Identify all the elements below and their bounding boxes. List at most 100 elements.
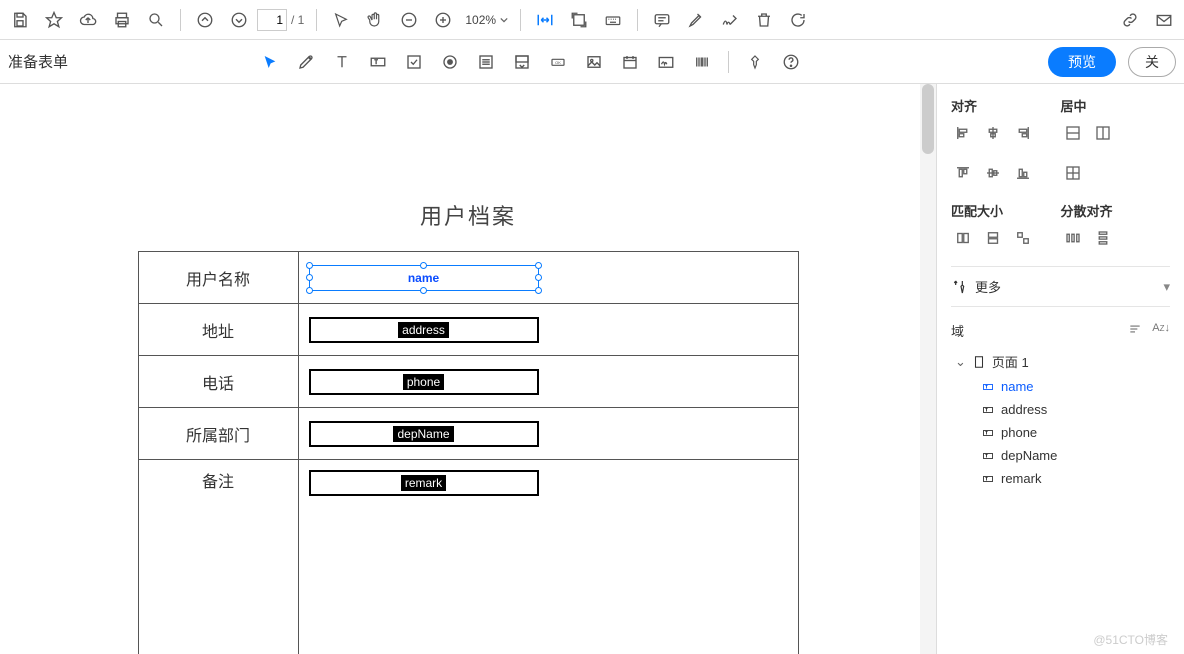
form-row-label: 备注 [138,460,298,654]
form-row-value-cell: name [298,252,798,304]
trash-icon[interactable] [748,4,780,36]
resize-handle[interactable] [535,262,542,269]
zoom-select[interactable]: 102% [461,8,512,32]
page-up-icon[interactable] [189,4,221,36]
text-tool-icon[interactable] [326,46,358,78]
resize-handle[interactable] [420,287,427,294]
align-right-icon[interactable] [1011,121,1035,145]
distribute-h-icon[interactable] [1061,226,1085,250]
form-field-name[interactable]: name [309,265,539,291]
form-row: 用户名称name [138,252,798,304]
zoom-out-icon[interactable] [393,4,425,36]
tools-icon [951,279,967,295]
edit-tool-icon[interactable] [290,46,322,78]
print-icon[interactable] [106,4,138,36]
barcode-icon[interactable] [686,46,718,78]
cloud-upload-icon[interactable] [72,4,104,36]
sort-icon[interactable] [1128,322,1142,339]
image-field-icon[interactable] [578,46,610,78]
resize-handle[interactable] [306,287,313,294]
form-row: 地址address [138,304,798,356]
preview-button[interactable]: 预览 [1048,47,1116,77]
align-label: 对齐 [951,96,1061,115]
fit-page-icon[interactable] [563,4,595,36]
radio-icon[interactable] [434,46,466,78]
search-icon[interactable] [140,4,172,36]
hand-icon[interactable] [359,4,391,36]
page-total-label: / 1 [291,13,304,27]
tree-field-remark[interactable]: remark [951,467,1170,490]
tree-field-label: remark [1001,471,1041,486]
save-icon[interactable] [4,4,36,36]
right-panel: ▸ 对齐 居中 [936,84,1184,654]
button-field-icon[interactable]: OK [542,46,574,78]
center-h-icon[interactable] [1061,121,1085,145]
highlight-icon[interactable] [680,4,712,36]
distribute-v-icon[interactable] [1091,226,1115,250]
sign-icon[interactable] [714,4,746,36]
align-left-icon[interactable] [951,121,975,145]
resize-handle[interactable] [306,262,313,269]
form-field-depName[interactable]: depName [309,421,539,447]
form-row-value-cell: depName [298,408,798,460]
form-field-phone[interactable]: phone [309,369,539,395]
dropdown-icon[interactable] [506,46,538,78]
form-row: 备注 remark [138,460,798,654]
field-tag: address [398,322,449,338]
collapse-panel-icon[interactable]: ▸ [936,384,937,424]
tree-page-node[interactable]: ⌄页面 1 [951,348,1170,375]
text-field-icon[interactable] [362,46,394,78]
form-field-address[interactable]: address [309,317,539,343]
close-button[interactable]: 关 [1128,47,1176,77]
comment-icon[interactable] [646,4,678,36]
page-icon [972,355,986,369]
document-canvas[interactable]: 用户档案 用户名称name地址address电话phone所属部门depName… [0,84,936,654]
pointer-icon[interactable] [325,4,357,36]
center-both-icon[interactable] [1061,161,1085,185]
mail-icon[interactable] [1148,4,1180,36]
align-middle-icon[interactable] [981,161,1005,185]
tree-field-address[interactable]: address [951,398,1170,421]
resize-handle[interactable] [306,274,313,281]
resize-handle[interactable] [535,287,542,294]
pin-icon[interactable] [739,46,771,78]
zoom-in-icon[interactable] [427,4,459,36]
separator [637,9,638,31]
align-top-icon[interactable] [951,161,975,185]
form-row-label: 电话 [138,356,298,408]
forms-toolbar: 准备表单 OK 预览 关 [0,40,1184,84]
tree-field-name[interactable]: name [951,375,1170,398]
list-box-icon[interactable] [470,46,502,78]
resize-handle[interactable] [535,274,542,281]
align-center-h-icon[interactable] [981,121,1005,145]
more-options[interactable]: 更多 ▾ [951,266,1170,307]
tree-field-label: address [1001,402,1047,417]
match-height-icon[interactable] [981,226,1005,250]
select-tool-icon[interactable] [254,46,286,78]
match-width-icon[interactable] [951,226,975,250]
star-icon[interactable] [38,4,70,36]
form-field-remark[interactable]: remark [309,470,539,496]
sort-az-icon[interactable]: AZ↓ [1152,322,1170,339]
date-field-icon[interactable] [614,46,646,78]
match-both-icon[interactable] [1011,226,1035,250]
fit-width-icon[interactable] [529,4,561,36]
resize-handle[interactable] [420,262,427,269]
scrollbar-thumb[interactable] [922,84,934,154]
center-v-icon[interactable] [1091,121,1115,145]
align-bottom-icon[interactable] [1011,161,1035,185]
vertical-scrollbar[interactable] [920,84,936,654]
page-down-icon[interactable] [223,4,255,36]
checkbox-icon[interactable] [398,46,430,78]
page-number-input[interactable] [257,9,287,31]
tree-field-phone[interactable]: phone [951,421,1170,444]
keyboard-icon[interactable] [597,4,629,36]
signature-field-icon[interactable] [650,46,682,78]
match-size-label: 匹配大小 [951,201,1061,220]
help-icon[interactable] [775,46,807,78]
text-field-icon [981,450,995,462]
chevron-down-icon: ▾ [1163,279,1170,295]
link-icon[interactable] [1114,4,1146,36]
reload-icon[interactable] [782,4,814,36]
tree-field-depName[interactable]: depName [951,444,1170,467]
